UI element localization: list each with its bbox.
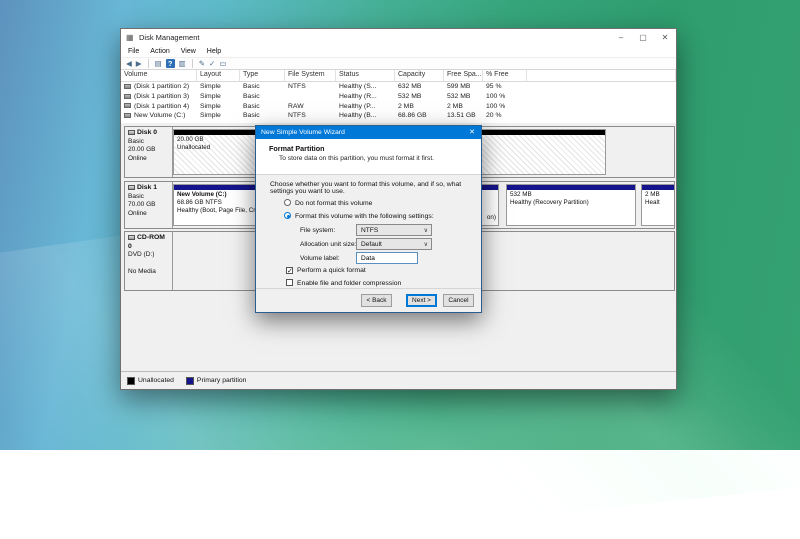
action-pane-icon[interactable]: ▭	[219, 59, 226, 68]
volume-icon	[124, 113, 131, 118]
volume-label-input[interactable]	[356, 252, 418, 264]
disk0-label[interactable]: Disk 0 Basic 20.00 GB Online	[125, 127, 173, 177]
menu-bar: File Action View Help	[121, 46, 676, 57]
disk-icon	[128, 185, 135, 190]
console-tree-icon[interactable]: ▤	[155, 59, 162, 68]
cdrom-icon	[128, 235, 135, 240]
col-type[interactable]: Type	[240, 70, 285, 81]
col-status[interactable]: Status	[336, 70, 395, 81]
forward-icon[interactable]: ▶	[136, 59, 142, 68]
col-free-space[interactable]: Free Spa...	[444, 70, 483, 81]
back-button[interactable]: < Back	[361, 294, 392, 307]
chevron-down-icon: ∨	[424, 241, 428, 248]
volume-label-label: Volume label:	[300, 255, 340, 262]
checkbox-compression[interactable]: Enable file and folder compression	[286, 279, 401, 287]
checkbox-checked-icon: ✓	[286, 267, 293, 274]
minimize-button[interactable]: –	[610, 29, 632, 46]
export-list-icon[interactable]: ▥	[179, 59, 186, 68]
dialog-step-subtitle: To store data on this partition, you mus…	[269, 155, 481, 162]
dialog-intro-text: Choose whether you want to format this v…	[270, 181, 470, 195]
legend-primary-partition: Primary partition	[186, 377, 246, 385]
dialog-header: Format Partition To store data on this p…	[256, 139, 481, 175]
volume-row[interactable]: (Disk 1 partition 2) Simple Basic NTFS H…	[121, 82, 676, 92]
menu-file[interactable]: File	[128, 48, 139, 55]
volume-list-header: Volume Layout Type File System Status Ca…	[121, 70, 676, 82]
dialog-step-title: Format Partition	[269, 144, 481, 153]
legend-unallocated: Unallocated	[127, 377, 174, 385]
col-file-system[interactable]: File System	[285, 70, 336, 81]
radio-icon-unselected	[284, 199, 291, 206]
unallocated-swatch	[127, 377, 135, 385]
dialog-titlebar[interactable]: New Simple Volume Wizard ✕	[256, 126, 481, 139]
disk-icon	[128, 130, 135, 135]
legend-bar: Unallocated Primary partition	[121, 371, 676, 389]
volume-icon	[124, 94, 131, 99]
checkbox-quick-format[interactable]: ✓Perform a quick format	[286, 267, 366, 274]
new-simple-volume-wizard-dialog: New Simple Volume Wizard ✕ Format Partit…	[255, 125, 482, 313]
file-system-label: File system:	[300, 227, 335, 234]
allocation-unit-label: Allocation unit size:	[300, 241, 356, 248]
cancel-button[interactable]: Cancel	[443, 294, 474, 307]
file-system-select[interactable]: NTFS ∨	[356, 224, 432, 236]
chevron-down-icon: ∨	[424, 227, 428, 234]
col-capacity[interactable]: Capacity	[395, 70, 444, 81]
volume-icon	[124, 84, 131, 89]
menu-action[interactable]: Action	[150, 48, 169, 55]
dialog-footer: < Back Next > Cancel	[256, 288, 481, 312]
col-layout[interactable]: Layout	[197, 70, 240, 81]
toolbar: ◀ ▶ ▤ ? ▥ ✎ ✓ ▭	[121, 57, 676, 70]
window-title: Disk Management	[139, 33, 610, 42]
partition-recovery-region[interactable]: 532 MB Healthy (Recovery Partition)	[506, 184, 636, 226]
allocation-unit-select[interactable]: Default ∨	[356, 238, 432, 250]
next-button[interactable]: Next >	[406, 294, 437, 307]
volume-icon	[124, 103, 131, 108]
cdrom-label[interactable]: CD-ROM 0 DVD (D:) No Media	[125, 232, 173, 290]
dialog-title: New Simple Volume Wizard	[261, 129, 463, 136]
dialog-close-icon[interactable]: ✕	[463, 126, 481, 139]
window-titlebar[interactable]: ▦ Disk Management – ▢ ✕	[121, 29, 676, 46]
toolbar-separator	[192, 59, 193, 68]
primary-partition-swatch	[186, 377, 194, 385]
close-button[interactable]: ✕	[654, 29, 676, 46]
disk1-label[interactable]: Disk 1 Basic 70.00 GB Online	[125, 182, 173, 228]
radio-do-not-format[interactable]: Do not format this volume	[284, 199, 372, 207]
volume-row[interactable]: (Disk 1 partition 3) Simple Basic Health…	[121, 92, 676, 102]
volume-row[interactable]: (Disk 1 partition 4) Simple Basic RAW He…	[121, 102, 676, 112]
radio-format-volume[interactable]: Format this volume with the following se…	[284, 212, 434, 220]
refresh-check-icon[interactable]: ✓	[209, 59, 215, 68]
menu-view[interactable]: View	[181, 48, 196, 55]
col-volume[interactable]: Volume	[121, 70, 197, 81]
menu-help[interactable]: Help	[207, 48, 221, 55]
attributes-icon[interactable]: ✎	[199, 59, 205, 68]
radio-icon-selected	[284, 212, 291, 219]
toolbar-separator	[148, 59, 149, 68]
checkbox-unchecked-icon	[286, 279, 293, 286]
col-pct-free[interactable]: % Free	[483, 70, 527, 81]
partition-oem-region[interactable]: 2 MB Healt	[641, 184, 674, 226]
col-empty	[527, 70, 676, 81]
volume-row[interactable]: New Volume (C:) Simple Basic NTFS Health…	[121, 111, 676, 121]
back-icon[interactable]: ◀	[126, 59, 132, 68]
maximize-button[interactable]: ▢	[632, 29, 654, 46]
help-icon[interactable]: ?	[166, 59, 175, 68]
disk-management-app-icon: ▦	[126, 33, 135, 42]
